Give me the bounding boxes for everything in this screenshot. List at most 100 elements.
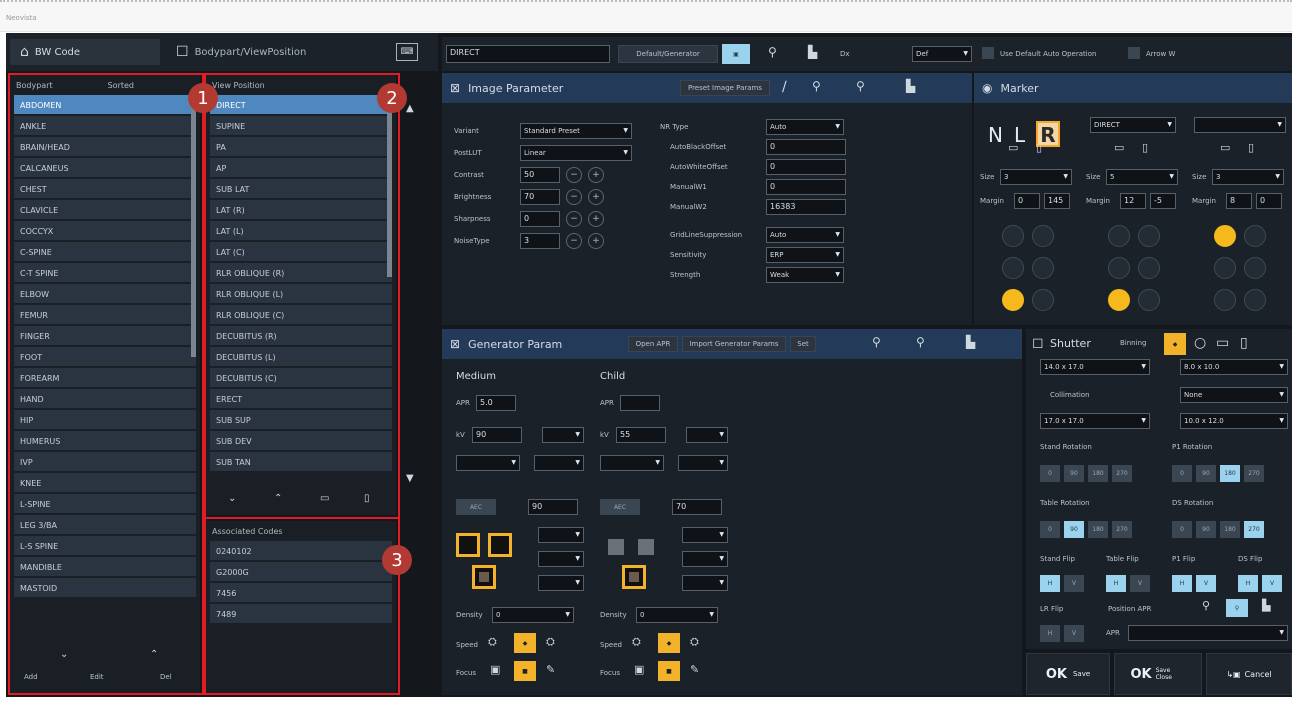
list-item[interactable]: HUMERUS bbox=[14, 431, 196, 451]
margin-field[interactable]: 0 bbox=[1014, 193, 1040, 209]
image-param-value[interactable]: Auto bbox=[766, 119, 844, 135]
marker-position-dot[interactable] bbox=[1138, 289, 1160, 311]
aec-dd-2[interactable] bbox=[538, 551, 584, 567]
sorted-label[interactable]: Sorted bbox=[108, 81, 134, 95]
mas-left-dropdown[interactable] bbox=[456, 455, 520, 471]
marker-dropdown-1[interactable]: DIRECT bbox=[1090, 117, 1176, 133]
rotation-option[interactable]: 270 bbox=[1244, 521, 1264, 538]
list-item[interactable]: G2000G bbox=[210, 562, 392, 582]
image-param-value[interactable]: Linear bbox=[520, 145, 632, 161]
marker-position-dot[interactable] bbox=[1244, 225, 1266, 247]
list-item[interactable]: L-SPINE bbox=[14, 494, 196, 514]
apr-position-dropdown[interactable] bbox=[1128, 625, 1288, 641]
tab-bw-code[interactable]: ⌂ BW Code bbox=[10, 39, 160, 65]
speed-fast-icon[interactable]: ⛭ bbox=[546, 635, 555, 649]
flip-toggle[interactable]: V bbox=[1262, 575, 1282, 592]
speed-slow-icon-child[interactable]: ⛭ bbox=[632, 635, 641, 649]
aec-field-child-1[interactable] bbox=[608, 539, 624, 555]
delete-icon[interactable]: ▯ bbox=[1142, 141, 1148, 154]
shutter-size-2[interactable]: 8.0 x 10.0 bbox=[1180, 359, 1288, 375]
scroll-bottom-icon[interactable]: ▼ bbox=[406, 473, 414, 484]
focus-large-icon[interactable]: ■ bbox=[514, 661, 536, 681]
list-item[interactable]: LAT (R) bbox=[210, 200, 392, 220]
list-item[interactable]: FINGER bbox=[14, 326, 196, 346]
image-param-value[interactable]: Standard Preset bbox=[520, 123, 632, 139]
list-item[interactable]: ANKLE bbox=[14, 116, 196, 136]
flip-toggle[interactable]: H bbox=[1040, 575, 1060, 592]
import-generator-button[interactable]: Import Generator Params bbox=[682, 336, 786, 352]
size-dropdown[interactable]: 5 bbox=[1106, 169, 1178, 185]
position-exposure-icon[interactable]: ⚲ bbox=[1202, 599, 1210, 612]
aec-field-left-1[interactable] bbox=[456, 533, 480, 557]
margin-field[interactable]: -5 bbox=[1150, 193, 1176, 209]
set-button[interactable]: Set bbox=[790, 336, 816, 352]
focus-auto-icon-child[interactable]: ✎ bbox=[690, 663, 699, 676]
tab-bodypart[interactable]: ☐ Bodypart/ViewPosition bbox=[166, 39, 316, 65]
marker-position-dot[interactable] bbox=[1244, 257, 1266, 279]
list-item[interactable]: C-SPINE bbox=[14, 242, 196, 262]
marker-position-dot[interactable] bbox=[1108, 257, 1130, 279]
margin-field[interactable]: 0 bbox=[1256, 193, 1282, 209]
list-item[interactable]: ABDOMEN bbox=[14, 95, 196, 115]
list-item[interactable]: CALCANEUS bbox=[14, 158, 196, 178]
list-item[interactable]: COCCYX bbox=[14, 221, 196, 241]
image-param-value[interactable]: 3 bbox=[520, 233, 560, 249]
marker-position-dot[interactable] bbox=[1244, 289, 1266, 311]
focus-large-icon-child[interactable]: ■ bbox=[658, 661, 680, 681]
list-item[interactable]: ELBOW bbox=[14, 284, 196, 304]
exposure-alt-icon[interactable]: ⚲ bbox=[856, 79, 865, 93]
increment-icon[interactable]: + bbox=[588, 189, 604, 205]
marker-position-dot[interactable] bbox=[1108, 225, 1130, 247]
kv-field-child[interactable]: 55 bbox=[616, 427, 666, 443]
arrow-checkbox[interactable] bbox=[1128, 47, 1140, 59]
increment-icon[interactable]: + bbox=[588, 233, 604, 249]
aec-field-child-2[interactable] bbox=[638, 539, 654, 555]
shutter-size-1[interactable]: 14.0 x 17.0 bbox=[1040, 359, 1150, 375]
list-item[interactable]: FEMUR bbox=[14, 305, 196, 325]
aec-field-left-2[interactable] bbox=[488, 533, 512, 557]
image-param-value[interactable]: 70 bbox=[520, 189, 560, 205]
apr-field-child[interactable] bbox=[620, 395, 660, 411]
shutter-rect-icon[interactable]: ◆ bbox=[1164, 333, 1186, 355]
increment-icon[interactable]: + bbox=[588, 211, 604, 227]
flip-toggle[interactable]: H bbox=[1238, 575, 1258, 592]
exposure-icon[interactable]: ⚲ bbox=[872, 335, 881, 349]
copy-icon[interactable]: ▭ bbox=[1220, 141, 1230, 154]
preset-params-button[interactable]: Preset Image Params bbox=[680, 80, 770, 96]
ok-close-button[interactable]: OK Save Close bbox=[1114, 653, 1202, 695]
lr-flip-v[interactable]: V bbox=[1064, 625, 1084, 642]
rotation-option[interactable]: 0 bbox=[1172, 465, 1192, 482]
list-item[interactable]: RLR OBLIQUE (R) bbox=[210, 263, 392, 283]
list-item[interactable]: PA bbox=[210, 137, 392, 157]
detector-icon[interactable]: ▙ bbox=[808, 45, 817, 59]
rotation-option[interactable]: 90 bbox=[1196, 465, 1216, 482]
image-param-value[interactable]: 0 bbox=[766, 139, 846, 155]
shutter-delete-icon[interactable]: ▯ bbox=[1240, 335, 1248, 351]
rotation-option[interactable]: 0 bbox=[1172, 521, 1192, 538]
increment-icon[interactable]: + bbox=[588, 167, 604, 183]
image-param-value[interactable]: 0 bbox=[766, 159, 846, 175]
list-item[interactable]: CHEST bbox=[14, 179, 196, 199]
marker-position-dot[interactable] bbox=[1138, 257, 1160, 279]
time-left-dropdown[interactable] bbox=[534, 455, 584, 471]
rotation-option[interactable]: 180 bbox=[1220, 465, 1240, 482]
list-item[interactable]: RLR OBLIQUE (C) bbox=[210, 305, 392, 325]
chevron-down-icon[interactable]: ⌄ bbox=[228, 493, 236, 504]
list-item[interactable]: DECUBITUS (C) bbox=[210, 368, 392, 388]
marker-position-dot[interactable] bbox=[1214, 257, 1236, 279]
detector-icon[interactable]: ▙ bbox=[906, 79, 915, 93]
list-item[interactable]: DECUBITUS (R) bbox=[210, 326, 392, 346]
list-item[interactable]: SUB DEV bbox=[210, 431, 392, 451]
edit-button[interactable]: Edit bbox=[90, 673, 104, 681]
edit-icon[interactable]: ∕ bbox=[782, 79, 787, 95]
ok-button[interactable]: OK Save bbox=[1026, 653, 1110, 695]
margin-field[interactable]: 12 bbox=[1120, 193, 1146, 209]
image-param-value[interactable]: 16383 bbox=[766, 199, 846, 215]
list-item[interactable]: 7489 bbox=[210, 604, 392, 624]
kv-field[interactable]: 90 bbox=[472, 427, 522, 443]
aec-dd-child-3[interactable] bbox=[682, 575, 728, 591]
speed-medium-icon[interactable]: ◆ bbox=[514, 633, 536, 653]
collimation-size-1[interactable]: 17.0 x 17.0 bbox=[1040, 413, 1150, 429]
speed-medium-icon-child[interactable]: ◆ bbox=[658, 633, 680, 653]
image-param-value[interactable]: Weak bbox=[766, 267, 844, 283]
